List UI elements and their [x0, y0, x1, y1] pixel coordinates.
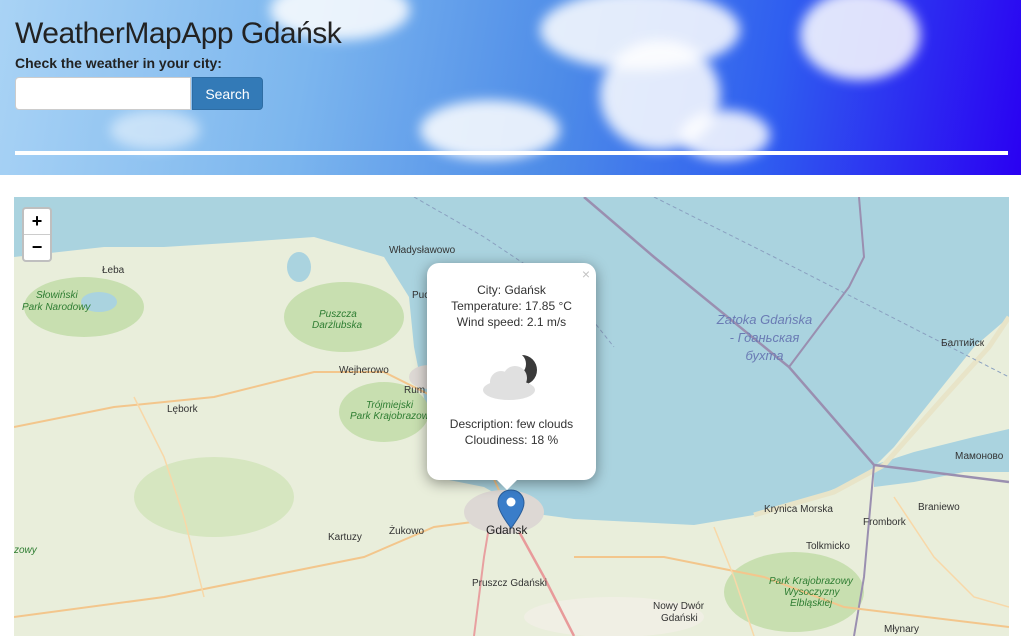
map-label: Балтийск — [941, 338, 985, 349]
map-label: Nowy Dwór — [653, 601, 705, 612]
map-label: Wejherowo — [339, 365, 389, 376]
location-pin-icon[interactable] — [497, 489, 525, 529]
map-label: Elbląskiej — [790, 598, 833, 609]
map-label: Мамоново — [955, 451, 1004, 462]
zoom-out-button[interactable]: − — [24, 235, 50, 260]
city-search-input[interactable] — [15, 77, 191, 110]
map-label: Wysoczyzny — [784, 587, 840, 598]
map-label: Rum — [404, 385, 426, 396]
map-label: Lębork — [167, 404, 198, 415]
search-prompt: Check the weather in your city: — [15, 55, 222, 71]
weather-popup: × City: Gdańsk Temperature: 17.85 °C Win… — [427, 263, 596, 490]
map-label: Park Krajobrazowy — [769, 576, 853, 587]
popup-wind-speed: Wind speed: 2.1 m/s — [456, 315, 567, 329]
sea-label-line: - Гданьская — [729, 330, 800, 345]
map-label: Gdański — [661, 613, 698, 624]
cloud-decoration — [800, 0, 920, 80]
cloud-decoration — [110, 110, 200, 150]
popup-temperature: Temperature: 17.85 °C — [451, 299, 572, 313]
zoom-control: + − — [22, 207, 52, 262]
close-icon[interactable]: × — [582, 266, 590, 282]
zoom-in-button[interactable]: + — [24, 209, 50, 235]
divider — [15, 151, 1008, 155]
map-label: Tolkmicko — [806, 541, 850, 552]
map-label: Park Krajobrazow — [350, 411, 429, 422]
popup-city: City: Gdańsk — [477, 283, 546, 297]
popup-cloudiness: Cloudiness: 18 % — [464, 433, 559, 447]
sea-label-line: Zatoka Gdańska — [716, 312, 813, 327]
few-clouds-night-icon — [477, 350, 547, 402]
map-label: zowy — [14, 545, 37, 556]
map-label: Zatoka Gdańska - Гданьская бухта — [702, 311, 827, 365]
header-banner: WeatherMapApp Gdańsk Check the weather i… — [0, 0, 1021, 175]
map-label: Braniewo — [918, 502, 960, 513]
search-button[interactable]: Search — [192, 77, 263, 110]
map-label: Park Narodowy — [22, 302, 91, 313]
map-label: Słowiński — [36, 290, 78, 301]
map-label: Kartuzy — [328, 532, 362, 543]
map-label: Darżlubska — [312, 320, 363, 331]
sea-label-line: бухта — [745, 348, 784, 363]
map-label: Żukowo — [389, 526, 425, 537]
map-label: Puszcza — [319, 309, 357, 320]
map-label: Frombork — [863, 517, 906, 528]
map-label: Trójmiejski — [366, 400, 414, 411]
map-label: Krynica Morska — [764, 504, 833, 515]
popup-description: Description: few clouds — [449, 417, 574, 431]
map-label: Pruszcz Gdański — [472, 578, 548, 589]
map-label: Łeba — [102, 265, 125, 276]
map-label: Młynary — [884, 624, 920, 635]
popup-tip — [497, 480, 517, 490]
page-title: WeatherMapApp Gdańsk — [15, 17, 342, 50]
map-label: Władysławowo — [389, 245, 456, 256]
